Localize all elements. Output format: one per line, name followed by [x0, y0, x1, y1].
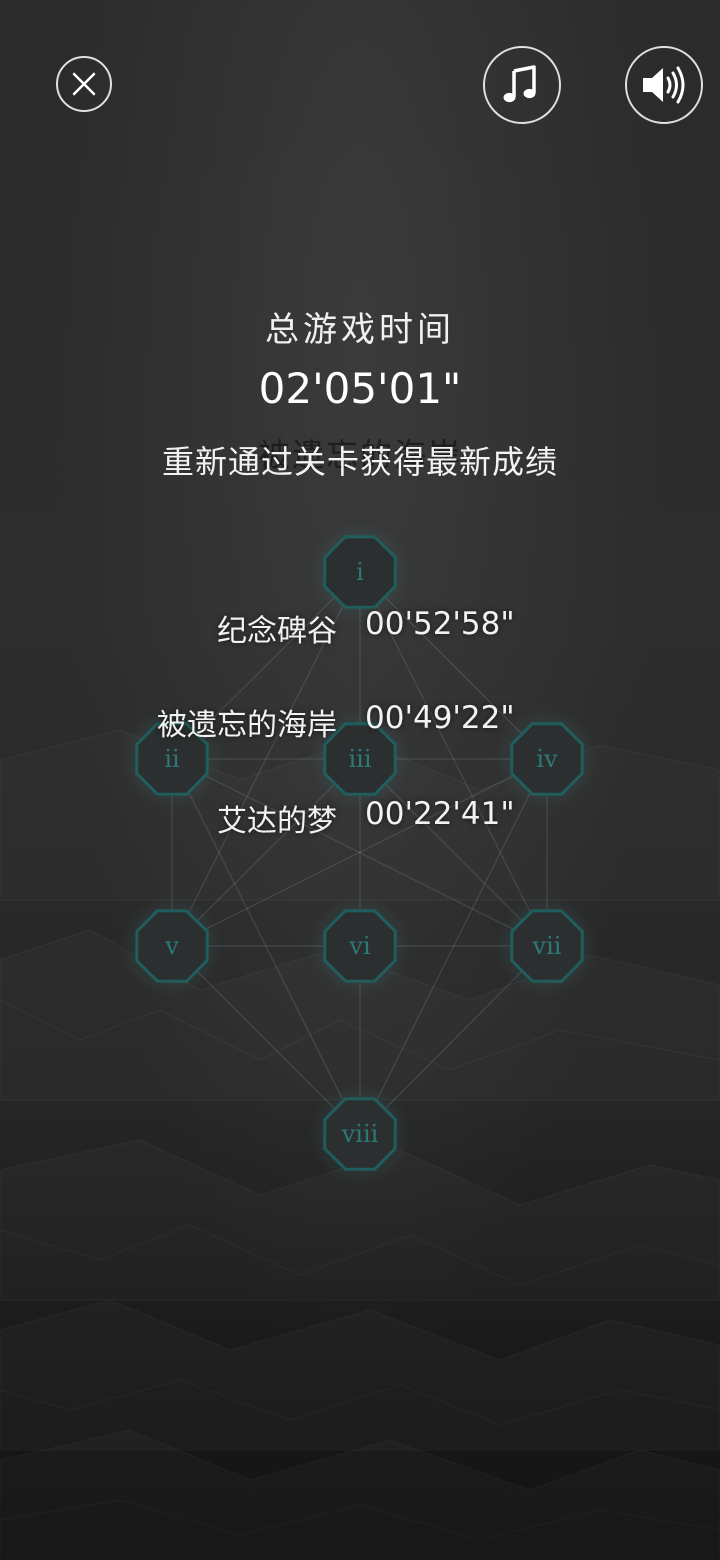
- level-node-iv-label: iv: [536, 745, 558, 773]
- level-node-v[interactable]: v: [120, 894, 224, 998]
- record-name-2: 被遗忘的海岸: [157, 708, 337, 743]
- level-node-viii[interactable]: viii: [308, 1082, 412, 1186]
- level-node-vi[interactable]: vi: [308, 894, 412, 998]
- game-screen: 总游戏时间 02'05'01" 被遗忘的海岸 重新通过关卡获得最新成绩 i ii…: [0, 0, 720, 1560]
- record-time-3: 00'22'41": [365, 796, 515, 832]
- record-time-1: 00'52'58": [365, 606, 515, 642]
- record-name-3: 艾达的梦: [217, 804, 337, 839]
- level-node-viii-label: viii: [341, 1120, 379, 1148]
- level-node-vii-label: vii: [532, 932, 562, 960]
- level-node-iii-label: iii: [348, 745, 371, 773]
- record-name-1: 纪念碑谷: [217, 614, 337, 649]
- level-node-ii-label: ii: [164, 745, 180, 773]
- level-map: i ii iii iv v vi vii viii: [120, 520, 599, 1186]
- level-node-i-label: i: [356, 558, 364, 586]
- level-node-vi-label: vi: [348, 932, 371, 960]
- level-node-v-label: v: [164, 932, 179, 960]
- level-map-connections: [171, 571, 548, 1135]
- record-time-2: 00'49'22": [365, 700, 515, 736]
- level-node-vii[interactable]: vii: [495, 894, 599, 998]
